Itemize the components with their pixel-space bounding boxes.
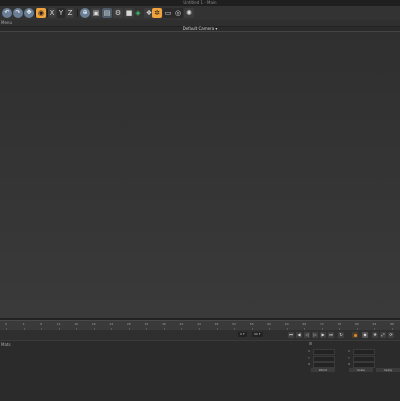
timeline-tick-label: 32 xyxy=(144,322,149,326)
timeline-tick-label: 76 xyxy=(337,322,342,326)
toolbar-divider xyxy=(77,9,78,17)
play-icon[interactable]: ▷ xyxy=(312,332,318,338)
timeline-tick-label: 8 xyxy=(40,322,43,326)
main-toolbar: ↶ ↷ ✥ ◉ X Y Z ⊕ ▣ ▤ ⚙ ■ ◈ ❖ ✲ ▭ ◎ ✺ xyxy=(0,6,400,21)
coords-collapse-icon[interactable] xyxy=(309,342,312,345)
render-picture-viewer-icon[interactable]: ▤ xyxy=(102,8,112,18)
key-rotation-icon[interactable]: ⟳ xyxy=(388,332,394,338)
size-z-label: Z xyxy=(348,362,351,366)
world-coords-icon[interactable]: ⊕ xyxy=(80,8,90,18)
go-to-start-icon[interactable]: ⏮ xyxy=(288,332,294,338)
timeline-tick-label: 64 xyxy=(284,322,289,326)
floor-icon[interactable]: ▭ xyxy=(163,8,173,18)
redo-icon[interactable]: ↷ xyxy=(13,8,23,18)
coord-mode-dropdown[interactable]: World xyxy=(311,368,335,372)
lock-y-icon[interactable]: Y xyxy=(57,8,65,18)
key-scale-icon[interactable]: ⤢ xyxy=(380,332,386,338)
effector-icon[interactable]: ✲ xyxy=(152,8,162,18)
timeline-tick-label: 12 xyxy=(56,322,61,326)
timeline-tick-label: 16 xyxy=(74,322,79,326)
light-icon[interactable]: ✺ xyxy=(184,8,194,18)
timeline-tick-label: 52 xyxy=(232,322,236,326)
go-to-end-icon[interactable]: ⏭ xyxy=(328,332,334,338)
menu-label[interactable]: Menu xyxy=(1,20,12,26)
timeline-tick-label: 4 xyxy=(22,322,25,326)
timeline-tick-label: 60 xyxy=(267,322,272,326)
prev-key-icon[interactable]: ◀ xyxy=(296,332,302,338)
live-selection-icon[interactable]: ◉ xyxy=(36,8,46,18)
end-frame-field[interactable]: 90 F xyxy=(252,332,263,337)
materials-label: Mats xyxy=(1,342,11,347)
size-y-label: Y xyxy=(348,356,350,360)
pos-y-label: Y xyxy=(308,356,310,360)
next-key-icon[interactable]: ▶ xyxy=(320,332,326,338)
timeline-tick-label: 56 xyxy=(249,322,254,326)
render-view-icon[interactable]: ▣ xyxy=(91,8,101,18)
timeline-tick-label: 36 xyxy=(161,322,166,326)
pos-x-field[interactable] xyxy=(313,349,335,355)
timeline-tick-label: 68 xyxy=(302,322,307,326)
render-settings-icon[interactable]: ⚙ xyxy=(113,8,123,18)
timeline-tick-label: 88 xyxy=(390,322,394,326)
timeline-tick-label: 44 xyxy=(197,322,201,326)
transport-bar: 0 F 90 F ⏮ ◀ ◁ ▷ ▶ ⏭ ↻ ◆ ✥ ⤢ ⟳ xyxy=(0,330,400,340)
timeline-tick-label: 72 xyxy=(319,322,324,326)
timeline-tick-label: 24 xyxy=(109,322,114,326)
key-position-icon[interactable]: ✥ xyxy=(372,332,378,338)
bottom-panel: Mats X X Y Y Z Z World Scale Apply xyxy=(0,340,400,401)
pos-z-label: Z xyxy=(308,362,311,366)
loop-icon[interactable]: ↻ xyxy=(338,332,344,338)
apply-button[interactable]: Apply xyxy=(376,368,400,372)
camera-icon[interactable]: ◎ xyxy=(173,8,183,18)
record-icon[interactable] xyxy=(352,332,358,338)
autokey-icon[interactable]: ◆ xyxy=(362,332,368,338)
pos-x-label: X xyxy=(308,349,311,353)
lock-z-icon[interactable]: Z xyxy=(66,8,74,18)
timeline-tick-label: 20 xyxy=(91,322,96,326)
size-x-field[interactable] xyxy=(353,349,375,355)
lock-x-icon[interactable]: X xyxy=(48,8,56,18)
timeline-tick-label: 84 xyxy=(372,322,377,326)
move-tool-icon[interactable]: ✥ xyxy=(24,8,34,18)
timeline-tick-label: 28 xyxy=(126,322,131,326)
subdivision-icon[interactable]: ◈ xyxy=(133,8,143,18)
size-mode-dropdown[interactable]: Scale xyxy=(349,368,373,372)
timeline-tick-label: 40 xyxy=(179,322,184,326)
timeline-tick-label: 80 xyxy=(354,322,359,326)
size-x-label: X xyxy=(348,349,351,353)
current-frame-field[interactable]: 0 F xyxy=(238,332,247,337)
3d-viewport[interactable] xyxy=(0,31,400,319)
undo-icon[interactable]: ↶ xyxy=(2,8,12,18)
timeline-tick-label: 48 xyxy=(214,322,219,326)
play-reverse-icon[interactable]: ◁ xyxy=(304,332,310,338)
timeline-tick-label: 0 xyxy=(5,322,7,326)
